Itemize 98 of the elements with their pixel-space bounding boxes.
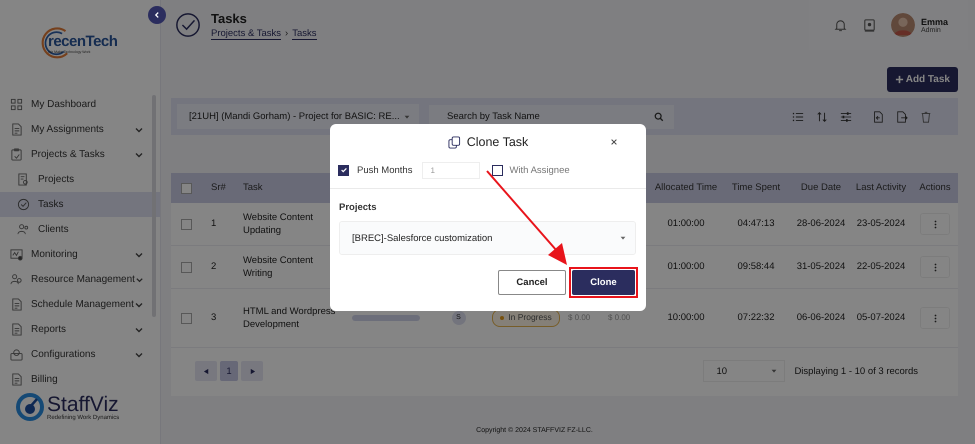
project-select[interactable]: [21UH] (Mandi Gorham) - Project for BASIC: RE...: [177, 104, 419, 129]
table-cell-text: 01:00:00: [666, 260, 706, 274]
months-input[interactable]: 1: [422, 162, 480, 178]
with-assignee-checkbox[interactable]: [492, 164, 504, 176]
page-title: Tasks: [211, 10, 248, 26]
sidebar-item[interactable]: Projects & Tasks: [0, 142, 160, 167]
document-icon: [17, 173, 30, 186]
select-all-checkbox[interactable]: [180, 182, 192, 194]
table-cell-text: 28-06-2024: [796, 217, 846, 231]
column-header: Time Spent: [730, 181, 782, 195]
filter-sliders-icon[interactable]: [840, 110, 852, 122]
table-cell-text: Website Content Writing: [242, 254, 314, 280]
next-page-button[interactable]: [241, 361, 263, 381]
user-name: Emma: [920, 16, 948, 26]
checkmark-icon: [340, 166, 348, 174]
plus-icon: [894, 75, 904, 84]
table-cell-text: 10:00:00: [666, 311, 706, 325]
search-icon: [654, 112, 664, 122]
column-header: Last Activity: [854, 181, 908, 195]
sidebar-item[interactable]: Resource Management: [0, 267, 160, 292]
badge-icon[interactable]: [862, 18, 877, 32]
table-cell-text: 2: [210, 260, 218, 274]
row-checkbox[interactable]: [180, 218, 192, 230]
table-cell-text: 07:22:32: [736, 311, 776, 325]
clone-button[interactable]: Clone: [572, 270, 635, 295]
table-cell-text: 31-05-2024: [796, 260, 846, 274]
sidebar-item[interactable]: Schedule Management: [0, 292, 160, 317]
checkbox-label: Push Months: [357, 164, 412, 176]
breadcrumb-link[interactable]: Projects & Tasks: [211, 28, 282, 40]
document-icon: [10, 298, 23, 311]
sidebar-item[interactable]: Monitoring: [0, 242, 160, 267]
sort-icon[interactable]: [816, 110, 828, 122]
push-months-checkbox[interactable]: [338, 164, 349, 176]
dropdown-arrow-icon: [770, 367, 778, 375]
table-cell-text: 3: [210, 311, 218, 325]
people-icon: [17, 223, 30, 236]
sidebar-item[interactable]: My Assignments: [0, 117, 160, 142]
sidebar-item[interactable]: Reports: [0, 317, 160, 342]
dropdown-arrow-icon: [619, 234, 627, 242]
page-button[interactable]: 1: [220, 361, 238, 381]
cancel-button[interactable]: Cancel: [498, 270, 566, 295]
table-cell-text: 23-05-2024: [856, 217, 906, 231]
records-summary: Displaying 1 - 10 of 3 records: [794, 366, 918, 376]
sidebar-item[interactable]: Configurations: [0, 342, 160, 367]
project-select[interactable]: [BREC]-Salesforce customization: [339, 221, 636, 255]
grid-icon: [10, 98, 23, 111]
trash-icon[interactable]: [920, 110, 932, 122]
table-cell-text: 1: [210, 217, 218, 231]
bell-icon[interactable]: [832, 18, 848, 32]
field-label: Projects: [339, 202, 378, 213]
sidebar-item[interactable]: Billing: [0, 367, 160, 392]
monitor-icon: [10, 248, 23, 261]
check-circle-icon: [175, 12, 201, 38]
breadcrumb-separator: ›: [285, 28, 288, 39]
clipboard-icon: [10, 148, 23, 161]
column-header: Sr#: [210, 181, 227, 195]
dialog-title: Clone Task: [466, 135, 528, 149]
people-icon: [10, 273, 23, 286]
checkbox-label: With Assignee: [509, 164, 570, 176]
sidebar-subitem[interactable]: Clients: [0, 217, 160, 242]
column-header: Due Date: [800, 181, 842, 195]
table-cell-text: 04:47:13: [736, 217, 776, 231]
column-header: Actions: [918, 181, 952, 195]
more-vertical-icon: [934, 220, 936, 228]
column-header: Task: [242, 181, 264, 195]
user-avatar[interactable]: [890, 13, 915, 37]
triangle-right-icon: [248, 368, 256, 374]
add-task-button[interactable]: Add Task: [886, 67, 958, 92]
table-cell-text: 01:00:00: [666, 217, 706, 231]
copy-icon: [448, 136, 461, 148]
chevron-left-icon: [153, 11, 161, 19]
collapse-button[interactable]: [148, 6, 166, 24]
table-cell-text: 22-05-2024: [856, 260, 906, 274]
table-cell-text: 09:58:44: [736, 260, 776, 274]
sidebar-subitem[interactable]: Tasks: [0, 192, 160, 217]
table-cell-text: Website Content Updating: [242, 210, 314, 238]
document-icon: [10, 373, 23, 386]
check-circle-icon: [17, 198, 30, 211]
list-icon[interactable]: [792, 110, 804, 122]
previous-page-button[interactable]: [195, 361, 217, 381]
sidebar-item[interactable]: My Dashboard: [0, 92, 160, 117]
close-icon: [610, 138, 618, 146]
sidebar-subitem[interactable]: Projects: [0, 167, 160, 192]
document-icon: [10, 123, 23, 136]
row-checkbox[interactable]: [180, 312, 192, 324]
column-header: Allocated Time: [654, 181, 718, 195]
import-icon[interactable]: [872, 110, 884, 122]
table-cell-text: HTML and Wordpress Development: [242, 304, 336, 332]
table-cell-text: 06-06-2024: [796, 311, 846, 325]
triangle-left-icon: [202, 368, 210, 374]
breadcrumb-link[interactable]: Tasks: [292, 28, 317, 40]
export-icon[interactable]: [896, 110, 908, 122]
table-cell-text: 05-07-2024: [856, 311, 906, 325]
document-icon: [10, 323, 23, 336]
row-checkbox[interactable]: [180, 262, 192, 272]
more-vertical-icon: [934, 314, 936, 322]
more-vertical-icon: [934, 262, 936, 272]
page-size-select[interactable]: 10: [703, 360, 786, 382]
